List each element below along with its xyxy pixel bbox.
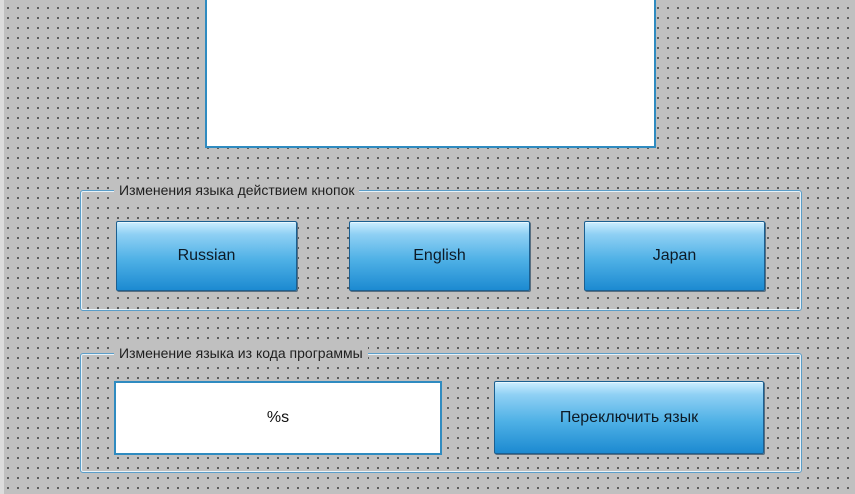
japan-button[interactable]: Japan bbox=[584, 221, 765, 291]
content-panel bbox=[205, 0, 656, 148]
buttons-groupbox-title: Изменения языка действием кнопок bbox=[114, 181, 360, 199]
switch-language-button[interactable]: Переключить язык bbox=[494, 381, 764, 454]
form-left-edge bbox=[0, 0, 4, 494]
language-format-field[interactable]: %s bbox=[114, 381, 442, 455]
russian-button[interactable]: Russian bbox=[116, 221, 297, 291]
code-groupbox-title: Изменение языка из кода программы bbox=[114, 344, 368, 362]
english-button[interactable]: English bbox=[349, 221, 530, 291]
